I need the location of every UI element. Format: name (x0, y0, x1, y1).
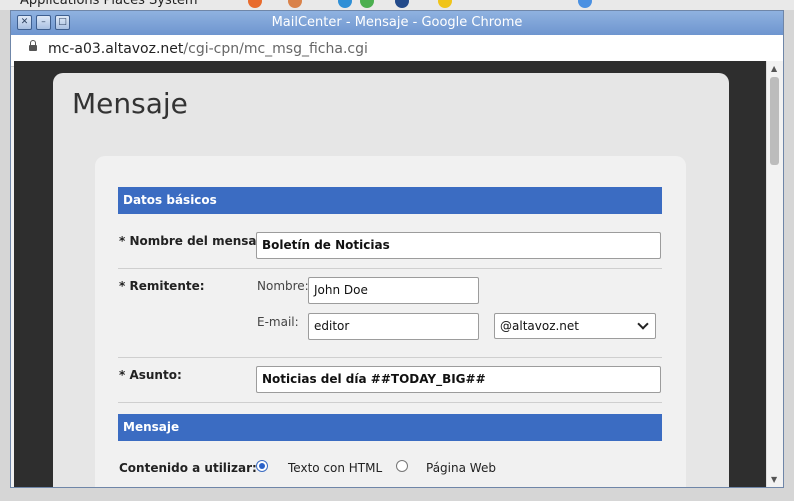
sender-email-input[interactable]: editor (308, 313, 479, 340)
section-header-mensaje: Mensaje (118, 414, 662, 441)
app-icon[interactable] (395, 0, 409, 8)
subject-label: * Asunto: (119, 368, 182, 382)
chrome-icon[interactable] (360, 0, 374, 8)
message-name-input[interactable]: Boletín de Noticias (256, 232, 661, 259)
skype-icon[interactable] (338, 0, 352, 8)
divider (118, 357, 662, 358)
scroll-up-icon[interactable]: ▲ (771, 64, 777, 73)
divider (118, 268, 662, 269)
chevron-down-icon (637, 318, 649, 330)
page-viewport: Mensaje Datos básicos * Nombre del mensa… (14, 61, 766, 487)
url-host: mc-a03.altavoz.net (48, 41, 184, 57)
sender-label: * Remitente: (119, 279, 205, 293)
domain-select-value: @altavoz.net (500, 319, 579, 333)
desktop-top-panel: Applications Places System (0, 0, 794, 10)
content-card: Mensaje Datos básicos * Nombre del mensa… (53, 73, 729, 487)
content-type-label: Contenido a utilizar: (119, 461, 257, 475)
window-title: MailCenter - Mensaje - Google Chrome (271, 15, 523, 30)
page-title: Mensaje (72, 87, 188, 120)
subject-input[interactable]: Noticias del día ##TODAY_BIG## (256, 366, 661, 393)
desktop-menu-text[interactable]: Applications Places System (20, 0, 198, 8)
firefox-icon[interactable] (248, 0, 262, 8)
domain-select[interactable]: @altavoz.net (494, 313, 656, 339)
lock-icon[interactable] (29, 40, 37, 51)
app-icon[interactable] (578, 0, 592, 8)
app-icon[interactable] (438, 0, 452, 8)
scroll-down-icon[interactable]: ▼ (771, 475, 777, 484)
browser-window: ✕ – □ MailCenter - Mensaje - Google Chro… (10, 10, 784, 488)
vertical-scrollbar[interactable]: ▲ ▼ (766, 61, 783, 487)
option-html-label[interactable]: Texto con HTML (288, 461, 382, 475)
option-web-label[interactable]: Página Web (426, 461, 496, 475)
form-panel: Datos básicos * Nombre del mensaje: Bole… (95, 156, 686, 487)
scrollbar-thumb[interactable] (770, 77, 779, 165)
radio-web-page[interactable] (396, 460, 408, 472)
app-icon[interactable] (288, 0, 302, 8)
sender-name-label: Nombre: (257, 279, 309, 293)
url-text[interactable]: mc-a03.altavoz.net/cgi-cpn/mc_msg_ficha.… (48, 41, 368, 57)
window-titlebar[interactable]: ✕ – □ MailCenter - Mensaje - Google Chro… (11, 11, 783, 35)
message-name-label: * Nombre del mensaje: (119, 234, 274, 248)
sender-name-input[interactable]: John Doe (308, 277, 479, 304)
divider (118, 402, 662, 403)
section-header-datos: Datos básicos (118, 187, 662, 214)
url-path: /cgi-cpn/mc_msg_ficha.cgi (183, 41, 368, 57)
radio-html-text[interactable] (256, 460, 268, 472)
sender-email-label: E-mail: (257, 315, 299, 329)
